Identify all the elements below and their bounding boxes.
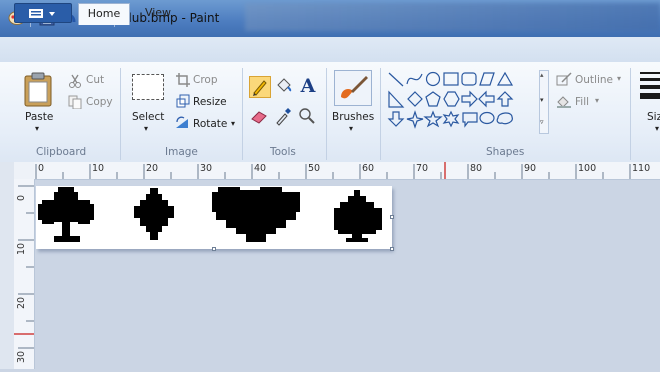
tab-view[interactable]: View	[140, 3, 176, 25]
group-separator	[120, 68, 121, 160]
ruler-label: 60	[362, 163, 375, 174]
drawing-canvas[interactable]	[36, 186, 392, 249]
ruler-label: 30	[16, 350, 27, 363]
brushes-icon[interactable]	[334, 70, 372, 106]
ruler-label: 50	[308, 163, 321, 174]
paint-menu-button[interactable]	[14, 3, 72, 23]
cut-button[interactable]: Cut	[86, 74, 104, 86]
fill-dropdown-icon[interactable]: ▾	[595, 96, 599, 105]
heart-shape	[212, 187, 300, 242]
group-separator	[326, 68, 327, 160]
paste-button[interactable]: Paste	[25, 111, 53, 123]
crop-icon[interactable]	[176, 73, 190, 90]
clipboard-group-label: Clipboard	[36, 146, 87, 158]
crop-button[interactable]: Crop	[193, 74, 218, 86]
resize-icon[interactable]	[176, 94, 190, 111]
resize-button[interactable]: Resize	[193, 96, 227, 108]
size-dropdown-icon[interactable]: ▾	[655, 124, 659, 133]
select-dropdown-icon[interactable]: ▾	[144, 124, 148, 133]
shapes-scroll-up-icon[interactable]: ▴	[540, 71, 544, 79]
ruler-label: 10	[92, 163, 105, 174]
outline-dropdown-icon[interactable]: ▾	[617, 74, 621, 83]
eraser-icon[interactable]	[249, 106, 271, 128]
resize-handle-bottom[interactable]	[212, 247, 216, 251]
ruler-label: 100	[578, 163, 597, 174]
left-edge	[0, 162, 14, 369]
color-picker-icon[interactable]	[273, 106, 295, 128]
text-tool-icon[interactable]: A	[297, 75, 319, 97]
magnifier-icon[interactable]	[297, 106, 319, 128]
ruler-label: 10	[16, 242, 27, 255]
fill-icon[interactable]	[556, 94, 572, 111]
pencil-tool[interactable]	[249, 76, 271, 98]
ruler-label: 70	[416, 163, 429, 174]
paste-dropdown-icon[interactable]: ▾	[35, 124, 39, 133]
group-separator	[380, 68, 381, 160]
outline-icon[interactable]	[556, 72, 572, 89]
size-button[interactable]: Siz	[647, 111, 660, 123]
ruler-label: 0	[16, 194, 27, 201]
shapes-scroll-down-icon[interactable]: ▾	[540, 96, 544, 104]
ruler-label: 110	[632, 163, 651, 174]
copy-icon[interactable]	[68, 95, 82, 112]
select-icon[interactable]	[132, 74, 164, 100]
horizontal-ruler	[34, 162, 660, 180]
paste-icon[interactable]	[22, 72, 56, 111]
diamond-shape	[134, 188, 174, 240]
select-button[interactable]: Select	[132, 111, 164, 123]
ruler-label: 30	[200, 163, 213, 174]
brushes-button[interactable]: Brushes	[332, 111, 374, 123]
fill-bucket-icon[interactable]	[273, 76, 295, 98]
tools-group-label: Tools	[270, 146, 296, 158]
resize-handle-right[interactable]	[390, 215, 394, 219]
shapes-more-icon[interactable]: ▿	[540, 118, 544, 126]
shapes-group-label: Shapes	[486, 146, 525, 158]
cut-icon[interactable]	[68, 74, 82, 91]
group-separator	[630, 68, 631, 160]
club-shape	[38, 187, 94, 242]
size-icon[interactable]	[640, 72, 660, 102]
ruler-label: 80	[470, 163, 483, 174]
copy-button[interactable]: Copy	[86, 96, 113, 108]
image-group-label: Image	[165, 146, 198, 158]
rotate-icon[interactable]	[174, 115, 190, 132]
resize-handle-corner[interactable]	[390, 247, 394, 251]
brushes-dropdown-icon[interactable]: ▾	[349, 124, 353, 133]
ribbon-tab-row	[0, 37, 660, 63]
ruler-corner	[14, 162, 34, 179]
rotate-button[interactable]: Rotate	[193, 118, 227, 130]
ruler-label: 90	[524, 163, 537, 174]
rotate-dropdown-icon[interactable]: ▾	[231, 119, 235, 128]
ruler-label: 20	[16, 296, 27, 309]
spade-shape	[334, 190, 382, 242]
title-bar-blur	[245, 3, 660, 31]
outline-button[interactable]: Outline	[575, 74, 613, 86]
fill-button[interactable]: Fill	[575, 96, 589, 108]
ruler-label: 0	[38, 163, 45, 174]
ruler-label: 40	[254, 163, 267, 174]
tab-home[interactable]: Home	[78, 3, 130, 25]
shapes-gallery[interactable]	[386, 70, 538, 134]
vertical-ruler	[14, 179, 35, 369]
ruler-label: 20	[146, 163, 159, 174]
group-separator	[242, 68, 243, 160]
